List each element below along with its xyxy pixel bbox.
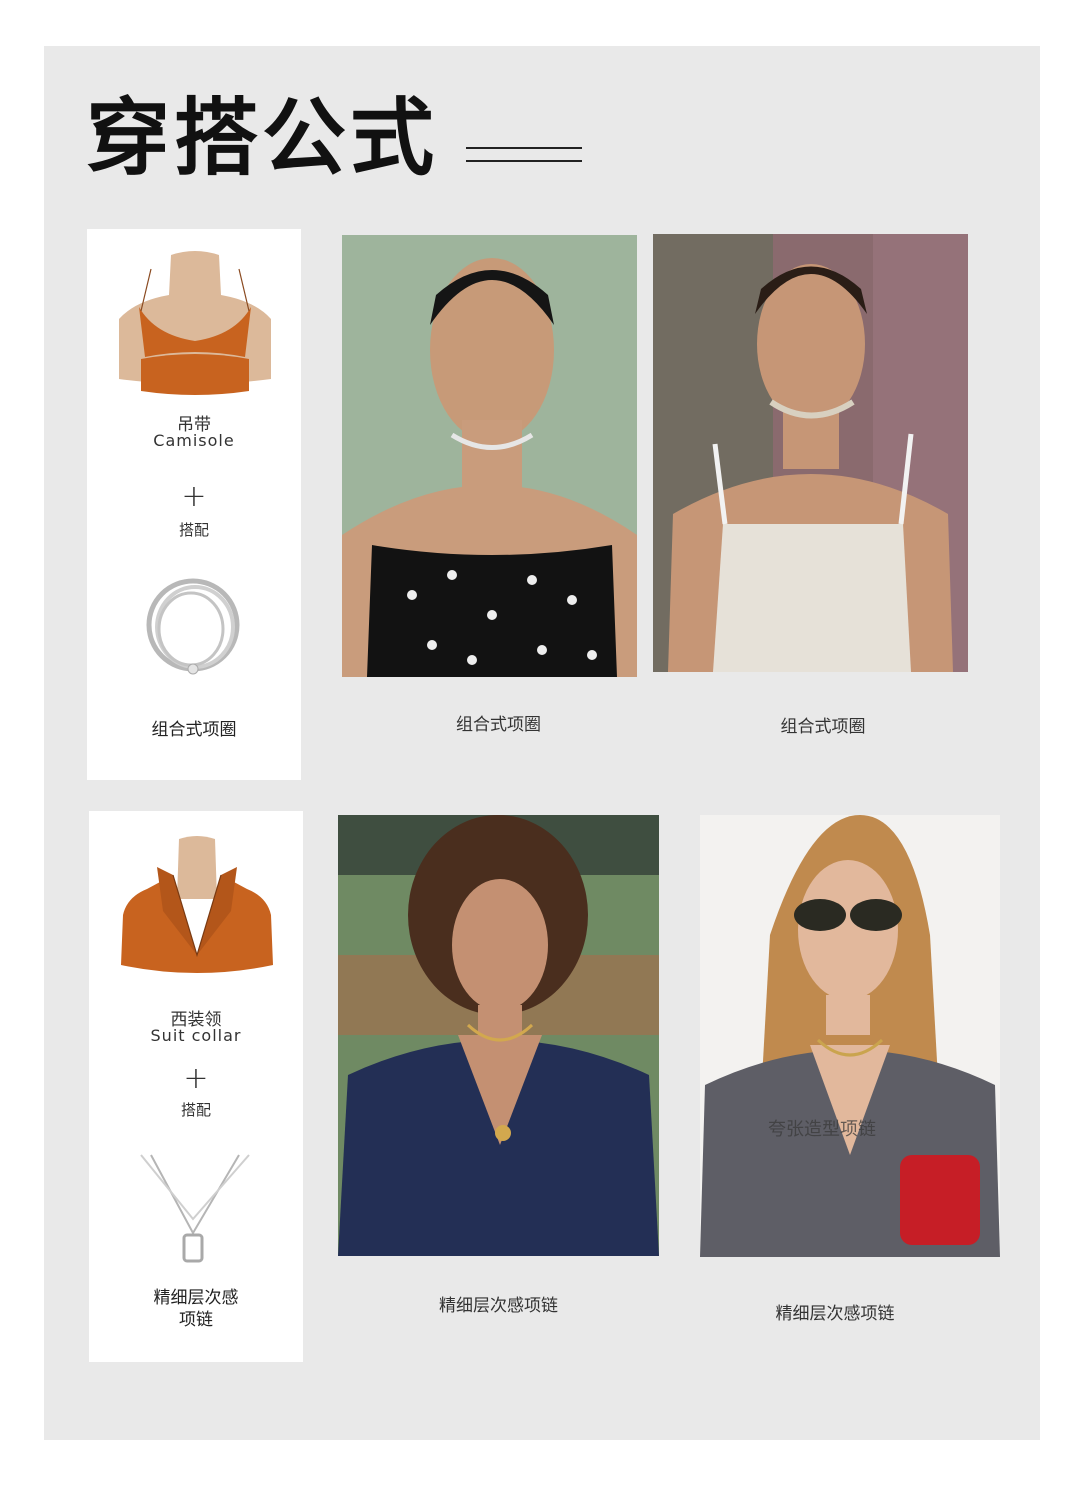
accessory-name-line2: 项链 — [179, 1310, 213, 1330]
accessory-name: 组合式项圈 — [151, 720, 237, 740]
camisole-look-photo-2 — [653, 234, 968, 672]
title-rule-bottom — [466, 160, 582, 162]
model-photo-image — [653, 234, 968, 672]
photo-caption: 精细层次感项链 — [439, 1296, 558, 1316]
suit-collar-formula-card: 西装领 Suit collar + 搭配 精细层次感 项链 — [89, 811, 303, 1362]
title-rule-top — [466, 147, 582, 149]
photo-caption: 精细层次感项链 — [775, 1304, 895, 1324]
camisole-look-photo-1 — [342, 235, 637, 677]
layered-necklace-icon — [140, 1154, 250, 1263]
photo-caption: 组合式项圈 — [780, 717, 866, 737]
watermark-text: 夸张造型项链 — [768, 1119, 876, 1140]
accessory-name-line1: 精细层次感 — [153, 1288, 239, 1308]
plus-sign: + — [181, 479, 207, 514]
pair-with-label: 搭配 — [178, 521, 209, 539]
suit-collar-icon — [121, 836, 273, 973]
garment-name-en: Camisole — [153, 431, 235, 450]
plus-sign: + — [183, 1061, 209, 1096]
model-photo-image — [338, 815, 659, 1256]
suit-collar-look-photo-2: 夸张造型项链 — [700, 815, 1000, 1257]
choker-necklace-icon — [146, 578, 240, 675]
photo-caption: 组合式项圈 — [456, 715, 541, 735]
suit-collar-look-photo-1 — [338, 815, 659, 1256]
garment-name-en: Suit collar — [150, 1026, 242, 1045]
camisole-icon — [119, 251, 271, 395]
model-photo-image — [700, 815, 1000, 1257]
pair-with-label: 搭配 — [180, 1101, 211, 1119]
camisole-formula-card: 吊带 Camisole + 搭配 组合式项圈 — [87, 229, 301, 780]
page-title: 穿搭公式 — [86, 89, 439, 187]
model-photo-image — [342, 235, 637, 677]
